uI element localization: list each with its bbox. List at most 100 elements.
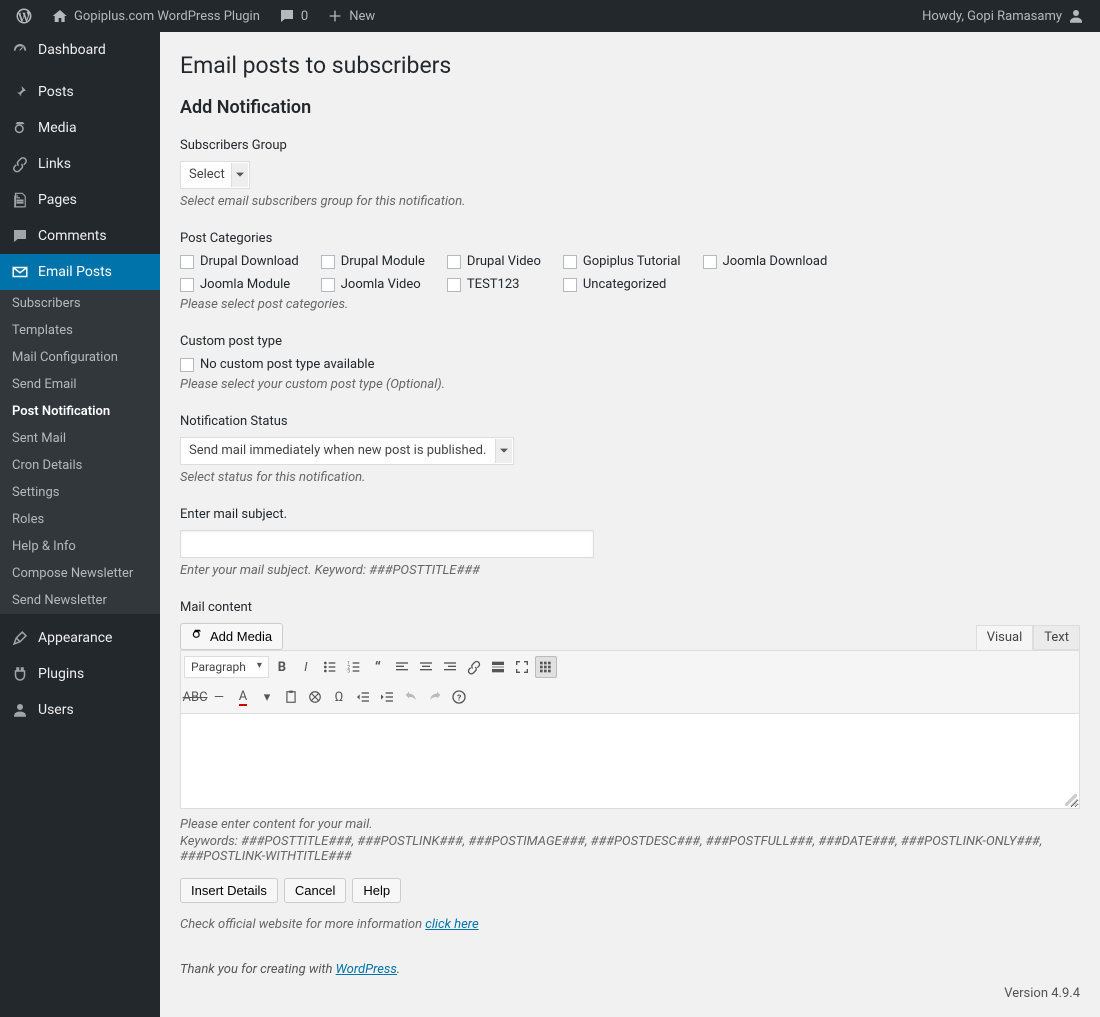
post-categories-label: Post Categories: [180, 231, 1080, 246]
horizontal-line-icon[interactable]: —: [208, 686, 230, 708]
keyboard-help-icon[interactable]: ?: [448, 686, 470, 708]
checkbox-icon: [180, 358, 194, 372]
insert-link-icon[interactable]: [463, 656, 485, 678]
submenu-send-email[interactable]: Send Email: [0, 371, 160, 398]
submenu-post-notification[interactable]: Post Notification: [0, 398, 160, 425]
menu-item-comments[interactable]: Comments: [0, 218, 160, 254]
category-checkbox[interactable]: Drupal Module: [321, 254, 425, 269]
new-content-link[interactable]: New: [319, 0, 382, 32]
appearance-icon: [10, 628, 30, 648]
menu-item-users[interactable]: Users: [0, 692, 160, 728]
category-checkbox[interactable]: TEST123: [447, 277, 541, 292]
numbered-list-icon[interactable]: 123: [343, 656, 365, 678]
menu-item-plugins[interactable]: Plugins: [0, 656, 160, 692]
menu-item-links[interactable]: Links: [0, 146, 160, 182]
bullet-list-icon[interactable]: [319, 656, 341, 678]
comments-count: 0: [301, 9, 308, 24]
mail-content-desc1: Please enter content for your mail.: [180, 817, 1080, 832]
mail-subject-input[interactable]: [180, 530, 594, 558]
indent-icon[interactable]: [376, 686, 398, 708]
toolbar-toggle-icon[interactable]: [535, 656, 557, 678]
category-checkbox[interactable]: Drupal Download: [180, 254, 299, 269]
submenu-subscribers[interactable]: Subscribers: [0, 290, 160, 317]
category-checkbox[interactable]: Gopiplus Tutorial: [563, 254, 681, 269]
undo-icon[interactable]: [400, 686, 422, 708]
menu-label: Email Posts: [38, 264, 112, 280]
checkbox-icon: [180, 278, 194, 292]
paste-text-icon[interactable]: [280, 686, 302, 708]
site-name-link[interactable]: Gopiplus.com WordPress Plugin: [44, 0, 267, 32]
wordpress-link[interactable]: WordPress: [336, 962, 397, 977]
redo-icon[interactable]: [424, 686, 446, 708]
text-color-icon[interactable]: A: [232, 686, 254, 708]
mail-content-row: Mail content Add Media Visual Text Parag…: [180, 600, 1080, 864]
notification-status-select[interactable]: Send mail immediately when new post is p…: [180, 437, 514, 465]
category-checkbox[interactable]: Uncategorized: [563, 277, 681, 292]
align-left-icon[interactable]: [391, 656, 413, 678]
menu-label: Plugins: [38, 666, 84, 682]
text-color-picker-icon[interactable]: ▾: [256, 686, 278, 708]
add-media-button[interactable]: Add Media: [180, 623, 283, 650]
category-checkbox[interactable]: Drupal Video: [447, 254, 541, 269]
custom-post-type-desc: Please select your custom post type (Opt…: [180, 377, 1080, 392]
svg-text:?: ?: [457, 693, 461, 703]
align-right-icon[interactable]: [439, 656, 461, 678]
wp-logo[interactable]: [8, 0, 40, 32]
align-center-icon[interactable]: [415, 656, 437, 678]
submenu-cron-details[interactable]: Cron Details: [0, 452, 160, 479]
menu-label: Appearance: [38, 630, 112, 646]
pin-icon: [10, 82, 30, 102]
cancel-button[interactable]: Cancel: [284, 878, 346, 903]
editor-textarea[interactable]: [180, 714, 1080, 809]
mail-subject-desc: Enter your mail subject. Keyword: ###POS…: [180, 563, 1080, 578]
italic-icon[interactable]: I: [295, 656, 317, 678]
bold-icon[interactable]: B: [271, 656, 293, 678]
submenu-send-newsletter[interactable]: Send Newsletter: [0, 587, 160, 614]
menu-item-media[interactable]: Media: [0, 110, 160, 146]
submenu-sent-mail[interactable]: Sent Mail: [0, 425, 160, 452]
svg-text:3: 3: [347, 668, 350, 674]
insert-details-button[interactable]: Insert Details: [180, 878, 278, 903]
category-checkbox[interactable]: Joomla Module: [180, 277, 299, 292]
user-menu[interactable]: Howdy, Gopi Ramasamy: [915, 0, 1092, 32]
user-icon: [10, 700, 30, 720]
wordpress-icon: [15, 7, 33, 25]
main-wrap: Dashboard Posts Media Links Pages Commen…: [0, 32, 1100, 1017]
menu-item-appearance[interactable]: Appearance: [0, 620, 160, 656]
help-button[interactable]: Help: [352, 878, 401, 903]
submenu-compose-newsletter[interactable]: Compose Newsletter: [0, 560, 160, 587]
menu-item-posts[interactable]: Posts: [0, 74, 160, 110]
custom-post-type-checkbox[interactable]: No custom post type available: [180, 357, 1080, 372]
menu-item-email-posts[interactable]: Email Posts: [0, 254, 160, 290]
read-more-icon[interactable]: [487, 656, 509, 678]
submenu-settings[interactable]: Settings: [0, 479, 160, 506]
admin-bar-right: Howdy, Gopi Ramasamy: [915, 0, 1092, 32]
official-link[interactable]: click here: [425, 917, 478, 932]
outdent-icon[interactable]: [352, 686, 374, 708]
checkbox-icon: [180, 255, 194, 269]
category-checkbox[interactable]: Joomla Video: [321, 277, 425, 292]
official-site-msg: Check official website for more informat…: [180, 917, 1080, 932]
menu-item-dashboard[interactable]: Dashboard: [0, 32, 160, 68]
menu-item-pages[interactable]: Pages: [0, 182, 160, 218]
tab-visual[interactable]: Visual: [976, 625, 1034, 650]
email-icon: [10, 262, 30, 282]
submenu-templates[interactable]: Templates: [0, 317, 160, 344]
page-content: Email posts to subscribers Add Notificat…: [160, 32, 1100, 1017]
blockquote-icon[interactable]: “: [367, 656, 389, 678]
format-select[interactable]: Paragraph: [184, 656, 269, 678]
subscribers-group-select[interactable]: Select: [180, 161, 250, 189]
comments-link[interactable]: 0: [271, 0, 315, 32]
submenu-help-info[interactable]: Help & Info: [0, 533, 160, 560]
submenu-roles[interactable]: Roles: [0, 506, 160, 533]
clear-formatting-icon[interactable]: [304, 686, 326, 708]
category-checkbox[interactable]: Joomla Download: [703, 254, 828, 269]
editor-toolbar: Paragraph B I 123 “ ABC —: [180, 650, 1080, 714]
fullscreen-icon[interactable]: [511, 656, 533, 678]
submenu-mail-config[interactable]: Mail Configuration: [0, 344, 160, 371]
tab-text[interactable]: Text: [1033, 625, 1080, 650]
special-char-icon[interactable]: Ω: [328, 686, 350, 708]
menu-label: Media: [38, 120, 77, 136]
strikethrough-icon[interactable]: ABC: [184, 686, 206, 708]
version-text: Version 4.9.4: [1004, 986, 1080, 1001]
